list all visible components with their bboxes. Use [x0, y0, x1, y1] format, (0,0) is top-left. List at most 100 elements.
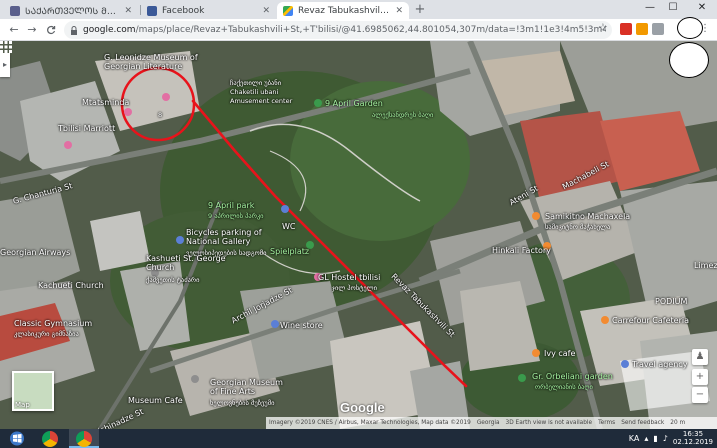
system-tray: KA ▴ ▮ ♪ 16:35 02.12.2019 [629, 430, 713, 446]
satellite-map[interactable]: ▸ G. Leonidze Museum of Georgian Literat… [0, 41, 717, 429]
url-path: /maps/place/Revaz+Tabukashvili+St,+T'bil… [135, 25, 606, 35]
profile-avatar-redacted-top [677, 17, 703, 39]
apps-grid-icon[interactable] [0, 41, 12, 53]
label-tbilisi-marriott: Tbilisi Marriott [58, 124, 116, 133]
marker-april-garden[interactable] [314, 99, 322, 107]
windows-start-icon[interactable] [2, 430, 32, 447]
label-gl-hostel: GL Hostel tbilisi [318, 273, 381, 282]
label-april-park-ka: 9 აპრილის პარკი [208, 212, 264, 220]
label-museum-cafe: Museum Cafe [128, 396, 183, 405]
marker-marriott[interactable] [64, 141, 72, 149]
address-bar[interactable]: google.com/maps/place/Revaz+Tabukashvili… [64, 21, 612, 39]
marker-carrefour[interactable] [601, 316, 609, 324]
browser-toolbar: ← → google.com/maps/place/Revaz+Tabukash… [0, 19, 717, 41]
bookmark-star-icon[interactable]: ☆ [598, 21, 608, 34]
marker-ivy-cafe[interactable] [532, 349, 540, 357]
label-samikitno: Samikitno Machaxela [545, 212, 631, 221]
extension-icon-gray[interactable] [652, 23, 664, 35]
chrome-taskbar-icon[interactable] [42, 431, 58, 447]
extension-icon-orange[interactable] [636, 23, 648, 35]
volume-icon[interactable]: ♪ [663, 434, 668, 443]
language-indicator[interactable]: KA [629, 434, 640, 443]
label-carrefour: Carrefour Cafeteria [612, 316, 689, 325]
back-button[interactable]: ← [6, 22, 22, 38]
maximize-button[interactable]: ☐ [664, 2, 682, 16]
profile-avatar-redacted[interactable] [669, 42, 709, 78]
marker-museum[interactable] [162, 93, 170, 101]
close-icon[interactable]: ✕ [124, 6, 132, 16]
extension-icon-red[interactable] [620, 23, 632, 35]
tab-facebook[interactable]: Facebook ✕ [141, 2, 276, 19]
lock-icon [71, 25, 77, 35]
marker-mtatsminda[interactable] [124, 108, 132, 116]
reload-button[interactable] [43, 22, 59, 38]
attribution-country[interactable]: Georgia [477, 420, 500, 426]
tab-strip: ᲡᲐᲥᲐᲠᲗᲕᲔᲚᲝᲡ ᲛᲝᲙᲚᲔ ᲡᲐᲘᲢᲘᲡ Ნ ✕ Facebook ✕ … [0, 0, 717, 19]
site-icon [10, 5, 20, 16]
label-georgian-airways: Georgian Airways [0, 248, 71, 257]
label-april-garden-ka: ალექსანდრეს ბაღი [372, 111, 434, 119]
label-georgian-museum-fine-ka: ხელოვნების მუზეუმი [210, 399, 275, 407]
chrome-taskbar-icon-active[interactable] [76, 431, 92, 447]
google-logo: Google [340, 400, 385, 415]
label-chaketili: ჩაქეთილი უბანი Chaketili ubani Amusement… [230, 79, 293, 105]
scale-label[interactable]: 20 m [670, 420, 685, 426]
tab-label: Revaz Tabukashvili St - Google Ma [298, 5, 392, 16]
side-panel-toggle[interactable]: ▸ [0, 53, 10, 77]
attribution-notice: 3D Earth view is not available [505, 420, 593, 426]
label-wine-store: Wine store [280, 321, 323, 330]
label-wc: WC [282, 222, 296, 231]
close-icon[interactable]: ✕ [262, 6, 270, 16]
label-kashueti: Kashueti St. George Church [146, 254, 226, 272]
tab-site[interactable]: ᲡᲐᲥᲐᲠᲗᲕᲔᲚᲝᲡ ᲛᲝᲙᲚᲔ ᲡᲐᲘᲢᲘᲡ Ნ ✕ [4, 2, 138, 19]
terms-link[interactable]: Terms [598, 420, 615, 426]
marker-museum-fine[interactable] [191, 375, 199, 383]
label-april-park: 9 April park [208, 201, 255, 210]
label-kachueti-church: Kachueti Church [38, 281, 104, 290]
marker-travel[interactable] [621, 360, 629, 368]
url-text: google.com/maps/place/Revaz+Tabukashvili… [83, 25, 606, 35]
label-travel-agency: Travel agency [632, 360, 688, 369]
label-mtatsminda-num: 8 [158, 111, 163, 119]
label-orbeliani-garden-ka: ორბელიანის ბაღი [535, 383, 593, 391]
tab-label: Facebook [162, 5, 205, 16]
clock-time: 16:35 [682, 430, 704, 438]
zoom-out-button[interactable]: − [692, 387, 708, 403]
new-tab-button[interactable]: + [413, 3, 427, 17]
close-window-button[interactable]: ✕ [693, 2, 711, 16]
marker-wc[interactable] [281, 205, 289, 213]
marker-bicycles[interactable] [176, 236, 184, 244]
clock[interactable]: 16:35 02.12.2019 [673, 430, 713, 446]
google-maps-icon [283, 5, 293, 16]
map-attribution: Imagery ©2019 CNES / Airbus, Maxar Techn… [266, 417, 717, 429]
close-icon[interactable]: ✕ [395, 6, 403, 16]
marker-orbeliani[interactable] [518, 374, 526, 382]
minimize-button[interactable]: — [641, 2, 659, 16]
forward-button[interactable]: → [24, 22, 40, 38]
send-feedback-link[interactable]: Send feedback [621, 420, 664, 426]
os-taskbar: KA ▴ ▮ ♪ 16:35 02.12.2019 [0, 429, 717, 448]
tab-label: ᲡᲐᲥᲐᲠᲗᲕᲔᲚᲝᲡ ᲛᲝᲙᲚᲔ ᲡᲐᲘᲢᲘᲡ Ნ [25, 7, 120, 17]
pegman-icon[interactable]: ♟ [692, 349, 708, 365]
label-classic-gymnasium-ka: კლასიკური გიმნაზია [14, 330, 79, 338]
label-podium: PODIUM [655, 297, 688, 306]
label-kashueti-ka: ქაშვეთის ტაძარი [146, 276, 200, 284]
label-hinkali-factory: Hinkali Factory [492, 246, 551, 255]
zoom-in-button[interactable]: + [692, 369, 708, 385]
label-gl-hostel-ka: ჯილ ჰოსტელი [332, 284, 377, 292]
label-bicycles-parking: Bicycles parking of National Gallery [186, 228, 262, 246]
tab-google-maps[interactable]: Revaz Tabukashvili St - Google Ma ✕ [277, 2, 409, 19]
label-spielplatz: Spielplatz [270, 247, 310, 256]
label-georgian-museum-fine: Georgian Museum of Fine Arts [210, 378, 283, 396]
tray-arrow-icon[interactable]: ▴ [644, 434, 648, 443]
network-icon[interactable]: ▮ [653, 434, 657, 443]
map-layer-label: Map [15, 401, 30, 409]
marker-wine[interactable] [271, 320, 279, 328]
marker-samikitno[interactable] [532, 212, 540, 220]
url-host: google.com [83, 25, 136, 35]
attribution-imagery: Imagery ©2019 CNES / Airbus, Maxar Techn… [269, 420, 471, 426]
label-mtatsminda: Mtatsminda [82, 98, 130, 107]
label-ivy-cafe: Ivy cafe [544, 349, 576, 358]
reload-icon [47, 25, 56, 35]
label-samikitno-ka: სამიკიტნო მაჭახელა [545, 223, 611, 231]
